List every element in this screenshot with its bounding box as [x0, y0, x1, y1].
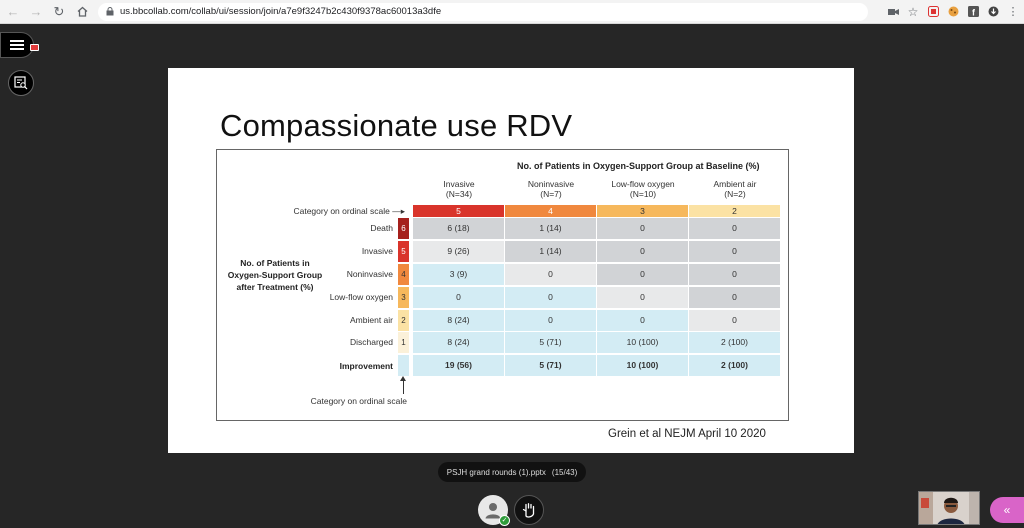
- available-check-icon: ✓: [499, 515, 510, 526]
- presentation-search-icon: [14, 76, 28, 90]
- whiteboard-tools-button[interactable]: [8, 70, 34, 96]
- row-label: Noninvasive: [346, 269, 393, 279]
- table-cell: 0: [689, 287, 780, 308]
- table-cell: 0: [689, 310, 780, 331]
- row-label: Invasive: [361, 246, 393, 256]
- improvement-cell: 5 (71): [505, 355, 596, 376]
- column-header: Low-flow oxygen (N=10): [597, 179, 689, 199]
- baseline-scale-cell: 3: [597, 205, 688, 217]
- hamburger-icon: [10, 44, 24, 46]
- raise-hand-button[interactable]: [514, 495, 544, 525]
- table-cell: 0: [505, 310, 596, 331]
- table-cell: 0: [689, 218, 780, 239]
- column-name: Invasive: [443, 179, 475, 189]
- row-label: Death: [370, 223, 393, 233]
- table-cell: 0: [597, 310, 688, 331]
- table-cell: 0: [689, 264, 780, 285]
- download-extension-icon[interactable]: [986, 5, 1000, 19]
- file-indicator[interactable]: PSJH grand rounds (1).pptx (15/43): [438, 462, 586, 482]
- extension-tray: ☆ f ⋮: [886, 5, 1020, 19]
- page-indicator: (15/43): [551, 467, 578, 477]
- my-status-button[interactable]: ✓: [478, 495, 510, 526]
- category-badge: 5: [398, 241, 409, 262]
- table-cell: 3 (9): [413, 264, 504, 285]
- double-chevron-left-icon: «: [1003, 503, 1011, 517]
- table-cell: 0: [597, 241, 688, 262]
- column-name: Low-flow oxygen: [611, 179, 675, 189]
- ordinal-scale-table-figure: No. of Patients in Oxygen-Support Group …: [216, 149, 789, 421]
- column-name: Noninvasive: [527, 179, 575, 189]
- column-count: (N=34): [445, 189, 473, 199]
- table-cell: 0: [597, 264, 688, 285]
- shield-extension-icon[interactable]: [926, 5, 940, 19]
- footer-arrow-icon: [400, 376, 406, 394]
- home-icon[interactable]: [72, 2, 92, 22]
- category-badge: 3: [398, 287, 409, 308]
- figure-header: No. of Patients in Oxygen-Support Group …: [517, 161, 760, 171]
- table-cell: 1 (14): [505, 218, 596, 239]
- column-name: Ambient air: [713, 179, 757, 189]
- facebook-extension-icon[interactable]: f: [966, 5, 980, 19]
- citation: Grein et al NEJM April 10 2020: [608, 428, 766, 440]
- row-label: Ambient air: [350, 315, 393, 325]
- table-cell: 9 (26): [413, 241, 504, 262]
- table-cell: 2 (100): [689, 332, 780, 353]
- category-badge: 6: [398, 218, 409, 239]
- raise-hand-icon: [522, 503, 535, 518]
- slide-title: Compassionate use RDV: [220, 108, 573, 143]
- improvement-label: Improvement: [339, 361, 393, 371]
- column-count: (N=7): [540, 189, 562, 199]
- lock-icon: [106, 7, 114, 16]
- improvement-badge: [398, 355, 409, 376]
- address-bar[interactable]: us.bbcollab.com/collab/ui/session/join/a…: [98, 2, 868, 21]
- participant-video-icon: [919, 492, 979, 524]
- column-header: Invasive (N=34): [413, 179, 505, 199]
- footer-scale-label: Category on ordinal scale: [310, 396, 407, 406]
- table-cell: 8 (24): [413, 310, 504, 331]
- baseline-scale-cell: 2: [689, 205, 780, 217]
- column-count: (N=2): [724, 189, 746, 199]
- participant-video-tile[interactable]: [918, 491, 980, 525]
- column-header: Noninvasive (N=7): [505, 179, 597, 199]
- group-label: No. of Patients in Oxygen-Support Group …: [227, 258, 323, 292]
- record-badge-icon: [30, 44, 39, 51]
- category-badge: 2: [398, 310, 409, 331]
- table-cell: 6 (18): [413, 218, 504, 239]
- column-count: (N=10): [629, 189, 657, 199]
- column-header: Ambient air (N=2): [689, 179, 781, 199]
- reload-icon[interactable]: ↻: [49, 2, 69, 22]
- category-badge: 1: [398, 332, 409, 353]
- improvement-cell: 10 (100): [597, 355, 688, 376]
- shared-slide: Compassionate use RDV No. of Patients in…: [168, 68, 854, 453]
- url-text: us.bbcollab.com/collab/ui/session/join/a…: [120, 6, 442, 17]
- table-cell: 0: [505, 287, 596, 308]
- file-name: PSJH grand rounds (1).pptx: [446, 467, 546, 477]
- improvement-cell: 19 (56): [413, 355, 504, 376]
- table-cell: 0: [597, 218, 688, 239]
- table-cell: 10 (100): [597, 332, 688, 353]
- open-session-menu-button[interactable]: [0, 32, 39, 58]
- cookie-extension-icon[interactable]: [946, 5, 960, 19]
- table-cell: 1 (14): [505, 241, 596, 262]
- improvement-cell: 2 (100): [689, 355, 780, 376]
- category-badge: 4: [398, 264, 409, 285]
- table-cell: 5 (71): [505, 332, 596, 353]
- browser-toolbar: ← → ↻ us.bbcollab.com/collab/ui/session/…: [0, 0, 1024, 24]
- forward-arrow-icon[interactable]: →: [26, 2, 46, 22]
- browser-menu-icon[interactable]: ⋮: [1006, 5, 1020, 19]
- table-cell: 0: [689, 241, 780, 262]
- collapse-panel-button[interactable]: «: [990, 497, 1024, 523]
- table-cell: 0: [597, 287, 688, 308]
- back-arrow-icon[interactable]: ←: [3, 2, 23, 22]
- camera-icon[interactable]: [886, 5, 900, 19]
- table-cell: 0: [413, 287, 504, 308]
- row-label: Low-flow oxygen: [329, 292, 393, 302]
- baseline-scale-cell: 5: [413, 205, 504, 217]
- table-cell: 0: [505, 264, 596, 285]
- baseline-scale-cell: 4: [505, 205, 596, 217]
- row-label: Discharged: [350, 337, 393, 347]
- bookmark-star-icon[interactable]: ☆: [906, 5, 920, 19]
- scale-label: Category on ordinal scale —▸: [293, 206, 405, 216]
- table-cell: 8 (24): [413, 332, 504, 353]
